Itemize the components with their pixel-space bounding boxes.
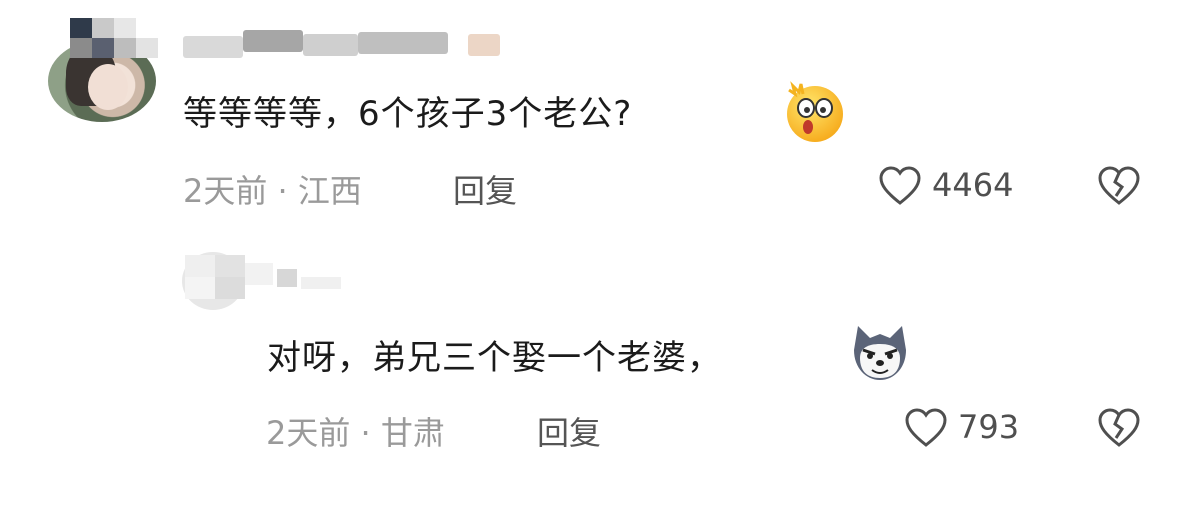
- like-count: 793: [958, 408, 1020, 446]
- censor-mosaic: [185, 255, 345, 300]
- dislike-broken-heart-icon[interactable]: [1097, 166, 1141, 206]
- username-censored: [183, 30, 503, 58]
- like-heart-icon[interactable]: [878, 166, 922, 206]
- comment-text: 对呀，弟兄三个娶一个老婆，: [267, 338, 722, 378]
- comment-time-location: 2天前 · 甘肃: [266, 414, 445, 452]
- astonished-face-icon: [787, 81, 843, 142]
- reply-button[interactable]: 回复: [537, 408, 601, 454]
- comment-text: 等等等等，6个孩子3个老公?: [183, 94, 633, 134]
- reply-button[interactable]: 回复: [453, 166, 517, 212]
- censor-mosaic: [70, 18, 165, 58]
- avatar-face: [88, 64, 128, 110]
- like-heart-icon[interactable]: [904, 408, 948, 448]
- dislike-broken-heart-icon[interactable]: [1097, 408, 1141, 448]
- comment-time-location: 2天前 · 江西: [183, 172, 362, 210]
- like-count: 4464: [932, 166, 1014, 204]
- wolf-face-icon: [854, 326, 906, 380]
